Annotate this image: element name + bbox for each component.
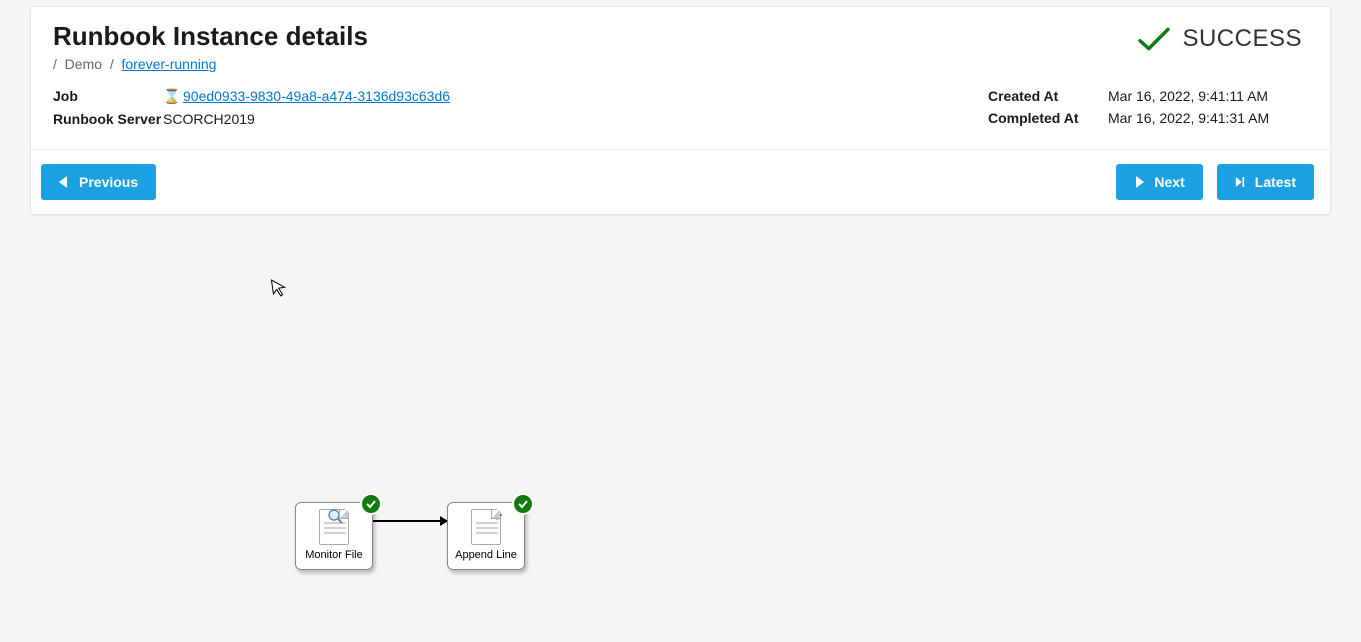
server-label: Runbook Server bbox=[53, 111, 163, 127]
server-value: SCORCH2019 bbox=[163, 111, 553, 127]
latest-button[interactable]: Latest bbox=[1217, 164, 1314, 200]
breadcrumb-item-demo: Demo bbox=[65, 56, 102, 72]
skip-end-icon bbox=[1235, 176, 1245, 188]
breadcrumb-link-forever-running[interactable]: forever-running bbox=[121, 56, 216, 72]
status-text: SUCCESS bbox=[1182, 25, 1302, 53]
node-label: Monitor File bbox=[305, 549, 362, 561]
next-button[interactable]: Next bbox=[1116, 164, 1202, 200]
previous-button[interactable]: Previous bbox=[41, 164, 156, 200]
job-value: ⌛ 90ed0933-9830-49a8-a474-3136d93c63d6 bbox=[163, 88, 553, 105]
workflow-diagram: Monitor File + Append Line bbox=[295, 502, 525, 570]
completed-value: Mar 16, 2022, 9:41:31 AM bbox=[1108, 110, 1308, 126]
node-monitor-file[interactable]: Monitor File bbox=[295, 502, 373, 570]
kv-created: Created At Mar 16, 2022, 9:41:11 AM bbox=[988, 88, 1308, 104]
created-value: Mar 16, 2022, 9:41:11 AM bbox=[1108, 88, 1308, 104]
details-left: Job ⌛ 90ed0933-9830-49a8-a474-3136d93c63d… bbox=[53, 88, 553, 133]
triangle-left-icon bbox=[59, 176, 69, 188]
connector-arrow-icon bbox=[373, 520, 447, 522]
node-append-line[interactable]: + Append Line bbox=[447, 502, 525, 570]
kv-job: Job ⌛ 90ed0933-9830-49a8-a474-3136d93c63d… bbox=[53, 88, 553, 105]
breadcrumb: / Demo / forever-running bbox=[53, 56, 1308, 72]
details-right: Created At Mar 16, 2022, 9:41:11 AM Comp… bbox=[988, 88, 1308, 132]
success-badge-icon bbox=[360, 493, 382, 515]
plus-icon: + bbox=[492, 506, 503, 524]
breadcrumb-sep: / bbox=[53, 56, 57, 72]
magnifier-icon bbox=[327, 508, 343, 524]
job-label: Job bbox=[53, 88, 163, 104]
details-card: SUCCESS Runbook Instance details / Demo … bbox=[30, 6, 1331, 215]
hourglass-icon: ⌛ bbox=[163, 88, 177, 105]
file-icon bbox=[319, 509, 349, 545]
success-badge-icon bbox=[512, 493, 534, 515]
details-row: Job ⌛ 90ed0933-9830-49a8-a474-3136d93c63d… bbox=[53, 88, 1308, 133]
triangle-right-icon bbox=[1134, 176, 1144, 188]
right-button-group: Next Latest bbox=[1116, 164, 1314, 200]
job-id-link[interactable]: 90ed0933-9830-49a8-a474-3136d93c63d6 bbox=[183, 88, 450, 104]
cursor-icon bbox=[270, 277, 289, 304]
kv-completed: Completed At Mar 16, 2022, 9:41:31 AM bbox=[988, 110, 1308, 126]
success-check-icon bbox=[1136, 25, 1172, 53]
kv-server: Runbook Server SCORCH2019 bbox=[53, 111, 553, 127]
completed-label: Completed At bbox=[988, 110, 1108, 126]
page-title: Runbook Instance details bbox=[53, 21, 1308, 52]
card-footer: Previous Next Latest bbox=[31, 149, 1330, 214]
card-body: SUCCESS Runbook Instance details / Demo … bbox=[31, 7, 1330, 149]
node-label: Append Line bbox=[455, 549, 517, 561]
previous-label: Previous bbox=[79, 174, 138, 190]
latest-label: Latest bbox=[1255, 174, 1296, 190]
file-icon: + bbox=[471, 509, 501, 545]
status-badge: SUCCESS bbox=[1136, 25, 1302, 53]
next-label: Next bbox=[1154, 174, 1184, 190]
breadcrumb-sep: / bbox=[110, 56, 114, 72]
created-label: Created At bbox=[988, 88, 1108, 104]
